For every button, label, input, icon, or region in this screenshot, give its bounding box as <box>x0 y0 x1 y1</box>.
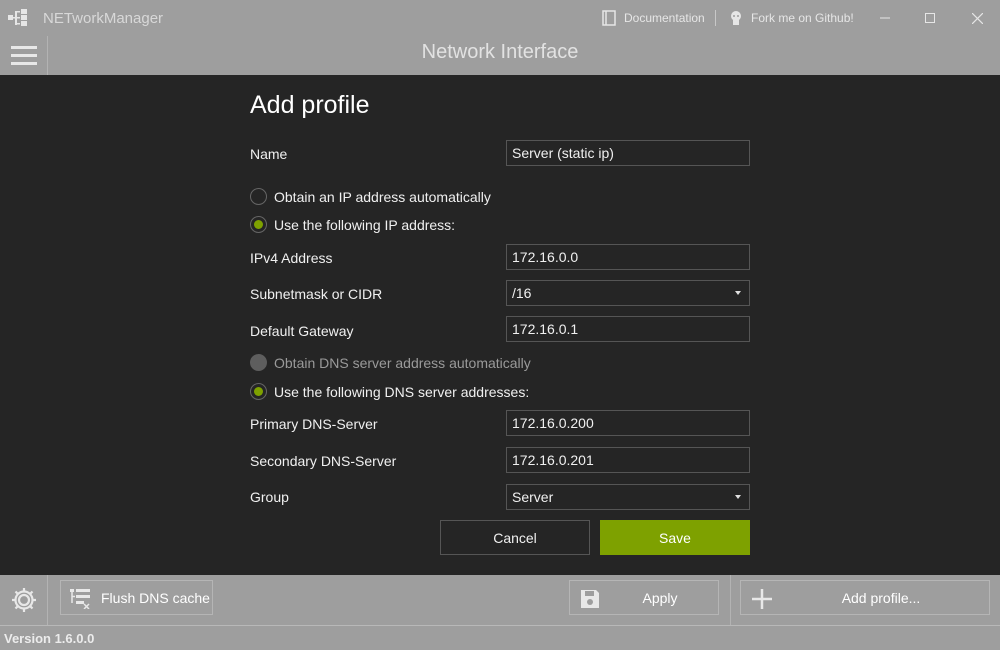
group-value: Server <box>512 489 554 505</box>
divider <box>730 575 731 625</box>
radio-disabled-icon <box>250 354 267 371</box>
flush-dns-icon <box>70 588 90 609</box>
minimize-icon <box>880 17 890 19</box>
maximize-icon <box>925 13 935 23</box>
dns-auto-label: Obtain DNS server address automatically <box>274 354 531 371</box>
version-label: Version 1.6.0.0 <box>4 631 95 646</box>
group-select[interactable]: Server <box>506 484 750 510</box>
primary-dns-field[interactable] <box>506 410 750 436</box>
book-icon <box>602 10 616 26</box>
radio-checked-icon <box>250 383 267 400</box>
github-link[interactable]: Fork me on Github! <box>729 10 854 26</box>
radio-unchecked-icon <box>250 188 267 205</box>
network-tree-icon <box>8 9 28 27</box>
ip-auto-radio[interactable]: Obtain an IP address automatically <box>250 188 491 205</box>
primary-dns-label: Primary DNS-Server <box>250 416 378 432</box>
subnet-select[interactable]: /16 <box>506 280 750 306</box>
dialog-title: Add profile <box>250 91 370 119</box>
footer-toolbar: Flush DNS cache Apply Add profile... <box>0 575 1000 625</box>
ipv4-field[interactable] <box>506 244 750 270</box>
chevron-down-icon <box>735 291 741 295</box>
ip-static-label: Use the following IP address: <box>274 216 456 233</box>
dns-static-label: Use the following DNS server addresses: <box>274 383 530 400</box>
radio-checked-icon <box>250 216 267 233</box>
maximize-button[interactable] <box>915 6 945 30</box>
apply-label: Apply <box>642 590 678 606</box>
flush-dns-label: Flush DNS cache <box>101 589 210 606</box>
gateway-label: Default Gateway <box>250 323 354 339</box>
ip-auto-label: Obtain an IP address automatically <box>274 188 491 205</box>
add-profile-button[interactable]: Add profile... <box>740 580 990 615</box>
save-button[interactable]: Save <box>600 520 750 555</box>
flush-dns-button[interactable]: Flush DNS cache <box>60 580 213 615</box>
secondary-dns-label: Secondary DNS-Server <box>250 453 397 469</box>
gateway-field[interactable] <box>506 316 750 342</box>
name-field[interactable] <box>506 140 750 166</box>
gear-icon[interactable] <box>0 575 48 625</box>
title-bar: NETworkManager Documentation Fork me on … <box>0 0 1000 36</box>
chevron-down-icon <box>735 495 741 499</box>
divider <box>715 10 716 26</box>
apply-button[interactable]: Apply <box>569 580 719 615</box>
octocat-icon <box>731 11 741 25</box>
add-profile-label: Add profile... <box>841 590 921 606</box>
page-title: Network Interface <box>421 41 579 63</box>
dns-static-radio[interactable]: Use the following DNS server addresses: <box>250 383 529 400</box>
app-title: NETworkManager <box>43 10 164 27</box>
plus-icon <box>752 589 772 609</box>
subnet-value: /16 <box>512 285 532 301</box>
name-label: Name <box>250 146 288 162</box>
github-label: Fork me on Github! <box>751 11 854 25</box>
close-icon <box>971 12 983 24</box>
ipv4-label: IPv4 Address <box>250 250 333 266</box>
secondary-dns-field[interactable] <box>506 447 750 473</box>
dns-auto-radio: Obtain DNS server address automatically <box>250 354 531 371</box>
close-button[interactable] <box>962 6 992 30</box>
ip-static-radio[interactable]: Use the following IP address: <box>250 216 455 233</box>
add-profile-dialog: Add profile Name Obtain an IP address au… <box>0 75 1000 575</box>
header: Network Interface <box>0 36 1000 75</box>
status-bar: Version 1.6.0.0 <box>0 625 1000 650</box>
cancel-button[interactable]: Cancel <box>440 520 590 555</box>
minimize-button[interactable] <box>870 6 900 30</box>
subnet-label: Subnetmask or CIDR <box>250 286 383 302</box>
documentation-link[interactable]: Documentation <box>602 10 705 26</box>
documentation-label: Documentation <box>624 11 705 25</box>
group-label: Group <box>250 489 289 505</box>
